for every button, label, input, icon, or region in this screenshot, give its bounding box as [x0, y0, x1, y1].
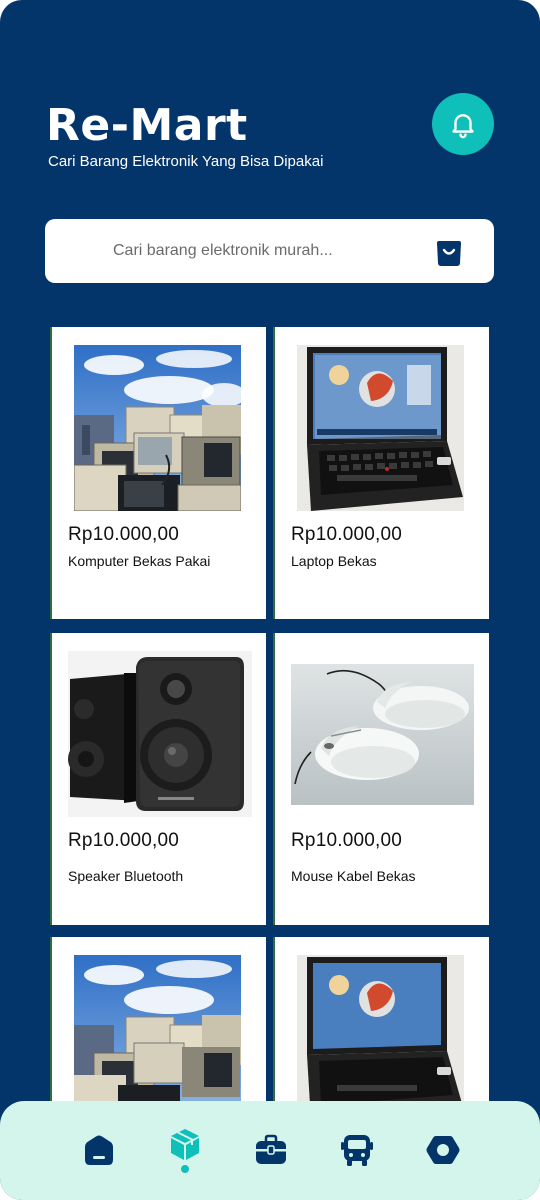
- laptop-image: [297, 345, 464, 511]
- nav-settings[interactable]: [426, 1133, 460, 1167]
- speaker-image: [68, 651, 252, 817]
- product-name: Laptop Bekas: [291, 553, 377, 569]
- product-price: Rp10.000,00: [68, 524, 180, 545]
- nav-jobs[interactable]: [254, 1133, 288, 1167]
- mouse-image: [291, 664, 474, 805]
- product-name: Komputer Bekas Pakai: [68, 553, 211, 569]
- app-screen: Re-Mart Cari Barang Elektronik Yang Bisa…: [0, 0, 540, 1200]
- bottom-nav: [0, 1101, 540, 1200]
- product-price: Rp10.000,00: [291, 524, 403, 545]
- product-image: [74, 345, 241, 511]
- home-icon: [85, 1135, 113, 1165]
- nav-home[interactable]: [82, 1133, 116, 1167]
- nav-products[interactable]: [168, 1127, 202, 1161]
- product-card[interactable]: Rp10.000,00 Laptop Bekas: [273, 327, 489, 619]
- bus-icon: [341, 1135, 373, 1166]
- product-name: Speaker Bluetooth: [68, 868, 184, 884]
- product-image: [68, 651, 252, 817]
- product-image: [297, 345, 464, 511]
- computer-pile-image: [74, 345, 241, 511]
- product-price: Rp10.000,00: [68, 830, 180, 851]
- product-card[interactable]: Rp10.000,00 Speaker Bluetooth: [50, 633, 266, 925]
- computer-pile-image: [74, 955, 241, 1121]
- active-indicator: [181, 1165, 189, 1173]
- product-image: [297, 955, 464, 1121]
- laptop-image: [297, 955, 464, 1121]
- product-image: [291, 664, 474, 805]
- product-name: Mouse Kabel Bekas: [291, 868, 416, 884]
- product-card[interactable]: Rp10.000,00 Komputer Bekas Pakai: [50, 327, 266, 619]
- product-price: Rp10.000,00: [291, 830, 403, 851]
- briefcase-icon: [256, 1134, 286, 1164]
- product-grid: Rp10.000,00 Komputer Bekas Pakai Rp10.00…: [0, 0, 540, 1200]
- package-icon: [171, 1129, 199, 1160]
- product-card[interactable]: Rp10.000,00 Mouse Kabel Bekas: [273, 633, 489, 925]
- product-image: [74, 955, 241, 1121]
- settings-icon: [426, 1136, 460, 1164]
- nav-transport[interactable]: [340, 1133, 374, 1167]
